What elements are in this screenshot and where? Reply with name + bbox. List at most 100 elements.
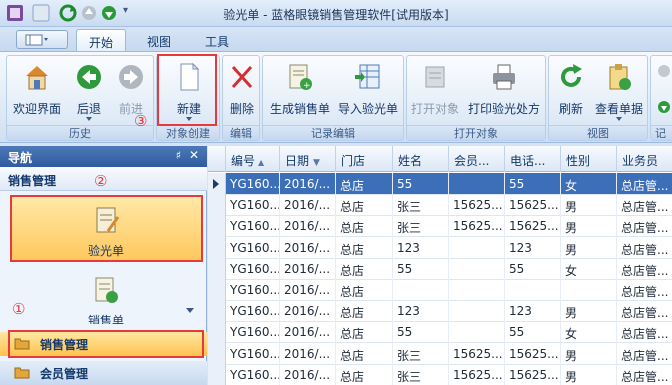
cell-salesperson[interactable]: 总店管... [617, 215, 672, 237]
cell-date[interactable]: 2016/... [280, 236, 336, 259]
cell-store[interactable]: 总店 [336, 300, 393, 323]
cell-salesperson[interactable]: 总店管... [617, 321, 672, 343]
cell-store[interactable]: 总店 [336, 342, 393, 365]
cell-phone[interactable]: 55 [505, 173, 561, 195]
cell-number[interactable]: YG160... [226, 300, 280, 323]
table-row[interactable]: YG160... 2016/... 总店 总店管... [208, 279, 672, 301]
cell-date[interactable]: 2016/... [280, 215, 336, 238]
welcome-button[interactable]: 欢迎界面 [9, 60, 65, 124]
new-button[interactable]: 新建 [161, 60, 217, 124]
cell-phone[interactable]: 15625... [505, 342, 561, 365]
cell-gender[interactable]: 女 [561, 257, 617, 280]
cell-phone[interactable]: 15625... [505, 215, 561, 238]
cell-number[interactable]: YG160... [226, 215, 280, 238]
table-row[interactable]: YG160... 2016/... 总店 张三 15625... 15625... 男总店管… [208, 342, 672, 365]
row-header[interactable] [208, 215, 226, 238]
cell-store[interactable]: 总店 [336, 279, 393, 301]
cell-date[interactable]: 2016/... [280, 363, 336, 385]
table-row[interactable]: YG160... 2016/... 总店 55 55 女总店管... [208, 321, 672, 344]
cell-gender[interactable]: 男 [561, 300, 617, 323]
cell-name[interactable]: 张三 [393, 215, 449, 238]
cell-date[interactable]: 2016/... [280, 342, 336, 365]
cell-member[interactable]: 15625... [449, 342, 505, 365]
cell-gender[interactable]: 女 [561, 321, 617, 344]
cell-gender[interactable]: 男 [561, 342, 617, 365]
tab-tools[interactable]: 工具 [194, 29, 240, 51]
nav-bar-member-management[interactable]: 会员管理 [0, 361, 207, 385]
cell-gender[interactable]: 男 [561, 236, 617, 259]
cell-name[interactable]: 张三 [393, 342, 449, 365]
cell-phone[interactable]: 55 [505, 257, 561, 280]
row-header[interactable] [208, 279, 226, 301]
cell-phone[interactable]: 123 [505, 236, 561, 259]
row-header[interactable] [208, 173, 226, 195]
cell-member[interactable]: 15625... [449, 194, 505, 217]
cell-store[interactable]: 总店 [336, 321, 393, 344]
chevron-down-icon[interactable] [86, 117, 92, 121]
table-row[interactable]: YG160... 2016/... 总店 张三 15625... 15625... 男总店管… [208, 215, 672, 238]
chevron-down-icon[interactable] [186, 117, 192, 121]
cell-name[interactable]: 55 [393, 173, 449, 195]
row-header[interactable] [208, 300, 226, 323]
table-row[interactable]: YG160... 2016/... 总店 55 55 女总店管... [208, 173, 672, 195]
table-row[interactable]: YG160... 2016/... 总店 张三 15625... 15625... 男总店管… [208, 194, 672, 217]
cell-member[interactable] [449, 236, 505, 259]
table-row[interactable]: YG160... 2016/... 总店 张三 15625... 15625... 男总店管… [208, 363, 672, 385]
cell-name[interactable]: 55 [393, 321, 449, 344]
cell-gender[interactable]: 女 [561, 173, 617, 195]
cell-name[interactable] [393, 279, 449, 301]
nav-item-sales[interactable]: 销售单 [10, 266, 202, 324]
back-button[interactable]: 后退 [69, 60, 109, 124]
nav-item-optometry[interactable]: 验光单 [10, 195, 202, 262]
cell-store[interactable]: 总店 [336, 236, 393, 259]
cell-member[interactable] [449, 257, 505, 280]
col-header-number[interactable]: 编号 ▲ [226, 146, 280, 172]
row-header[interactable] [208, 194, 226, 217]
print-prescription-button[interactable]: 打印验光处方 [463, 60, 545, 124]
open-object-button[interactable]: 打开对象 [409, 60, 461, 124]
cell-number[interactable]: YG160... [226, 173, 280, 195]
chevron-down-icon[interactable] [616, 117, 622, 121]
col-header-store[interactable]: 门店 [336, 146, 393, 172]
cell-number[interactable]: YG160... [226, 363, 280, 385]
refresh-button[interactable]: 刷新 [551, 60, 591, 124]
cell-gender[interactable]: 男 [561, 194, 617, 217]
tab-start[interactable]: 开始 [76, 29, 126, 51]
cell-store[interactable]: 总店 [336, 363, 393, 385]
cell-gender[interactable] [561, 279, 617, 301]
row-header[interactable] [208, 363, 226, 385]
cell-phone[interactable]: 123 [505, 300, 561, 323]
col-header-salesperson[interactable]: 业务员 [617, 146, 672, 172]
row-header[interactable] [208, 257, 226, 280]
cell-salesperson[interactable]: 总店管... [617, 279, 672, 301]
pin-icon[interactable]: ♯ [176, 149, 181, 162]
cell-number[interactable]: YG160... [226, 279, 280, 301]
cell-date[interactable]: 2016/... [280, 300, 336, 323]
cell-date[interactable]: 2016/... [280, 173, 336, 195]
cell-name[interactable]: 张三 [393, 363, 449, 385]
cell-number[interactable]: YG160... [226, 321, 280, 344]
cell-salesperson[interactable]: 总店管... [617, 300, 672, 322]
delete-button[interactable]: 删除 [224, 60, 260, 124]
cell-store[interactable]: 总店 [336, 215, 393, 238]
cell-gender[interactable]: 男 [561, 363, 617, 385]
cell-member[interactable] [449, 279, 505, 301]
application-menu-button[interactable] [16, 30, 68, 49]
cell-number[interactable]: YG160... [226, 257, 280, 280]
cell-date[interactable]: 2016/... [280, 321, 336, 344]
cell-salesperson[interactable]: 总店管... [617, 173, 672, 195]
cell-store[interactable]: 总店 [336, 173, 393, 195]
col-header-date[interactable]: 日期 ▼ [280, 146, 336, 172]
cell-salesperson[interactable]: 总店管... [617, 258, 672, 280]
down-icon[interactable] [657, 100, 671, 114]
cell-member[interactable]: 15625... [449, 215, 505, 238]
cell-member[interactable]: 15625... [449, 363, 505, 385]
cell-date[interactable]: 2016/... [280, 194, 336, 217]
cell-phone[interactable]: 55 [505, 321, 561, 344]
cell-name[interactable]: 55 [393, 257, 449, 280]
table-row[interactable]: YG160... 2016/... 总店 123 123 男总店管... [208, 236, 672, 259]
row-header[interactable] [208, 321, 226, 344]
import-optometry-button[interactable]: 导入验光单 [335, 60, 401, 124]
generate-sale-button[interactable]: + 生成销售单 [267, 60, 333, 124]
cell-gender[interactable]: 男 [561, 215, 617, 238]
